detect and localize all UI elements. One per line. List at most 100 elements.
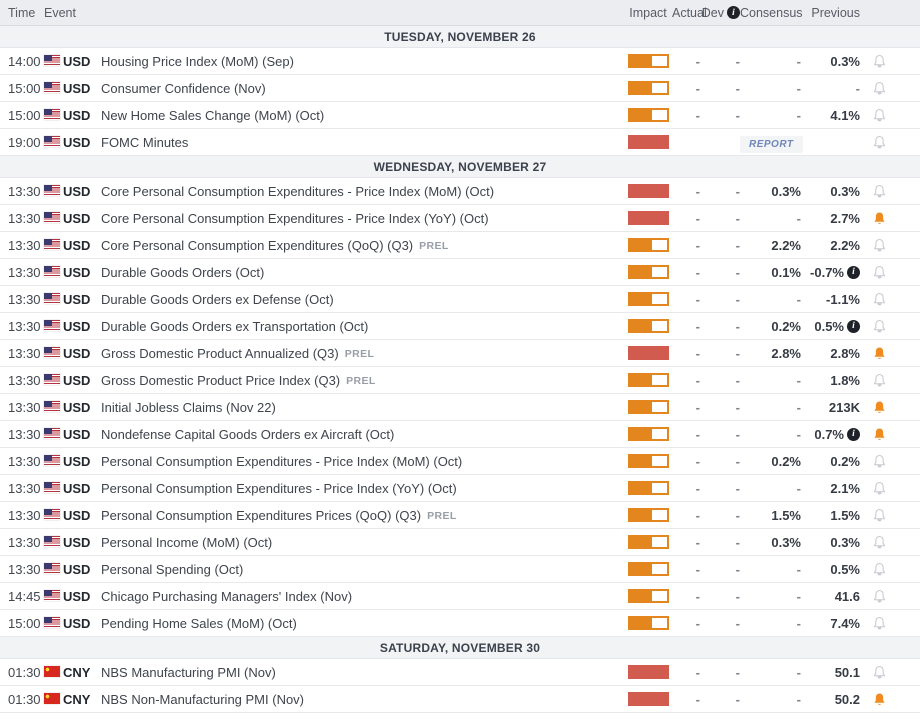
bell-cell xyxy=(860,589,898,604)
deviation-value: - xyxy=(700,535,740,550)
impact-cell xyxy=(624,454,672,468)
alert-bell-button[interactable] xyxy=(872,562,887,577)
event-row[interactable]: 01:30CNYNBS Non-Manufacturing PMI (Nov)-… xyxy=(0,686,920,713)
us-flag-icon xyxy=(44,373,63,388)
alert-bell-button[interactable] xyxy=(872,535,887,550)
consensus-value: - xyxy=(740,81,801,96)
impact-cell xyxy=(624,346,672,360)
time-cell: 13:30 xyxy=(8,535,44,550)
previous-text: 1.8% xyxy=(830,373,860,388)
alert-bell-button[interactable] xyxy=(872,292,887,307)
event-row[interactable]: 13:30USDCore Personal Consumption Expend… xyxy=(0,178,920,205)
impact-cell xyxy=(624,238,672,252)
previous-value: 0.2% xyxy=(801,454,860,469)
consensus-value: 2.8% xyxy=(740,346,801,361)
alert-bell-button[interactable] xyxy=(872,135,887,150)
event-row[interactable]: 14:45USDChicago Purchasing Managers' Ind… xyxy=(0,583,920,610)
bell-cell xyxy=(860,211,898,226)
alert-bell-button[interactable] xyxy=(872,373,887,388)
previous-text: 7.4% xyxy=(830,616,860,631)
impact-medium-icon xyxy=(628,454,669,468)
alert-bell-button[interactable] xyxy=(872,211,887,226)
alert-bell-button[interactable] xyxy=(872,400,887,415)
time-cell: 15:00 xyxy=(8,81,44,96)
alert-bell-button[interactable] xyxy=(872,481,887,496)
event-row[interactable]: 13:30USDDurable Goods Orders (Oct)--0.1%… xyxy=(0,259,920,286)
alert-bell-button[interactable] xyxy=(872,184,887,199)
info-icon[interactable]: i xyxy=(847,320,860,333)
alert-bell-button[interactable] xyxy=(872,589,887,604)
currency-label: USD xyxy=(63,211,101,226)
alert-bell-button[interactable] xyxy=(872,508,887,523)
consensus-value: - xyxy=(740,54,801,69)
event-row[interactable]: 15:00USDNew Home Sales Change (MoM) (Oct… xyxy=(0,102,920,129)
previous-value: 50.1 xyxy=(801,665,860,680)
event-row[interactable]: 13:30USDCore Personal Consumption Expend… xyxy=(0,232,920,259)
consensus-value: - xyxy=(740,400,801,415)
event-row[interactable]: 13:30USDPersonal Spending (Oct)---0.5% xyxy=(0,556,920,583)
previous-value: 2.2% xyxy=(801,238,860,253)
event-title: Core Personal Consumption Expenditures -… xyxy=(101,211,624,226)
impact-cell xyxy=(624,319,672,333)
event-row[interactable]: 13:30USDPersonal Consumption Expenditure… xyxy=(0,502,920,529)
impact-cell xyxy=(624,265,672,279)
event-row[interactable]: 19:00USDFOMC MinutesREPORT xyxy=(0,129,920,156)
deviation-value: - xyxy=(700,184,740,199)
event-row[interactable]: 14:00USDHousing Price Index (MoM) (Sep)-… xyxy=(0,48,920,75)
actual-value: - xyxy=(672,346,700,361)
bell-cell xyxy=(860,427,898,442)
event-title: Nondefense Capital Goods Orders ex Aircr… xyxy=(101,427,624,442)
event-row[interactable]: 13:30USDDurable Goods Orders ex Transpor… xyxy=(0,313,920,340)
event-row[interactable]: 13:30USDInitial Jobless Claims (Nov 22)-… xyxy=(0,394,920,421)
report-link[interactable]: REPORT xyxy=(740,136,803,153)
alert-bell-button[interactable] xyxy=(872,54,887,69)
previous-text: 2.8% xyxy=(830,346,860,361)
event-title: Durable Goods Orders (Oct) xyxy=(101,265,624,280)
event-row[interactable]: 15:00USDConsumer Confidence (Nov)---- xyxy=(0,75,920,102)
currency-label: USD xyxy=(63,427,101,442)
impact-high-icon xyxy=(628,665,669,679)
alert-bell-button[interactable] xyxy=(872,346,887,361)
bell-cell xyxy=(860,81,898,96)
info-icon[interactable]: i xyxy=(847,266,860,279)
event-row[interactable]: 13:30USDPersonal Income (MoM) (Oct)--0.3… xyxy=(0,529,920,556)
bell-cell xyxy=(860,616,898,631)
us-flag-icon xyxy=(44,211,63,226)
event-row[interactable]: 13:30USDGross Domestic Product Annualize… xyxy=(0,340,920,367)
event-name: Pending Home Sales (MoM) (Oct) xyxy=(101,616,297,631)
alert-bell-button[interactable] xyxy=(872,427,887,442)
impact-medium-icon xyxy=(628,400,669,414)
alert-bell-button[interactable] xyxy=(872,81,887,96)
alert-bell-button[interactable] xyxy=(872,319,887,334)
event-title: Personal Consumption Expenditures Prices… xyxy=(101,508,624,523)
actual-value: - xyxy=(672,238,700,253)
time-cell: 13:30 xyxy=(8,319,44,334)
event-row[interactable]: 13:30USDNondefense Capital Goods Orders … xyxy=(0,421,920,448)
alert-bell-button[interactable] xyxy=(872,454,887,469)
consensus-value: - xyxy=(740,692,801,707)
impact-medium-icon xyxy=(628,265,669,279)
us-flag-icon xyxy=(44,292,63,307)
event-row[interactable]: 15:00USDPending Home Sales (MoM) (Oct)--… xyxy=(0,610,920,637)
event-row[interactable]: 13:30USDDurable Goods Orders ex Defense … xyxy=(0,286,920,313)
event-row[interactable]: 13:30USDGross Domestic Product Price Ind… xyxy=(0,367,920,394)
event-row[interactable]: 13:30USDPersonal Consumption Expenditure… xyxy=(0,448,920,475)
consensus-value: - xyxy=(740,665,801,680)
alert-bell-button[interactable] xyxy=(872,616,887,631)
alert-bell-button[interactable] xyxy=(872,238,887,253)
event-row[interactable]: 13:30USDCore Personal Consumption Expend… xyxy=(0,205,920,232)
alert-bell-button[interactable] xyxy=(872,692,887,707)
event-row[interactable]: 13:30USDPersonal Consumption Expenditure… xyxy=(0,475,920,502)
dev-info-icon[interactable]: i xyxy=(727,6,740,19)
alert-bell-button[interactable] xyxy=(872,265,887,280)
event-title: Durable Goods Orders ex Defense (Oct) xyxy=(101,292,624,307)
previous-text: 2.7% xyxy=(830,211,860,226)
alert-bell-button[interactable] xyxy=(872,665,887,680)
impact-high-icon xyxy=(628,184,669,198)
previous-value: 1.5% xyxy=(801,508,860,523)
alert-bell-button[interactable] xyxy=(872,108,887,123)
previous-text: 0.5% xyxy=(814,319,844,334)
event-row[interactable]: 01:30CNYNBS Manufacturing PMI (Nov)---50… xyxy=(0,659,920,686)
impact-cell xyxy=(624,692,672,706)
info-icon[interactable]: i xyxy=(847,428,860,441)
